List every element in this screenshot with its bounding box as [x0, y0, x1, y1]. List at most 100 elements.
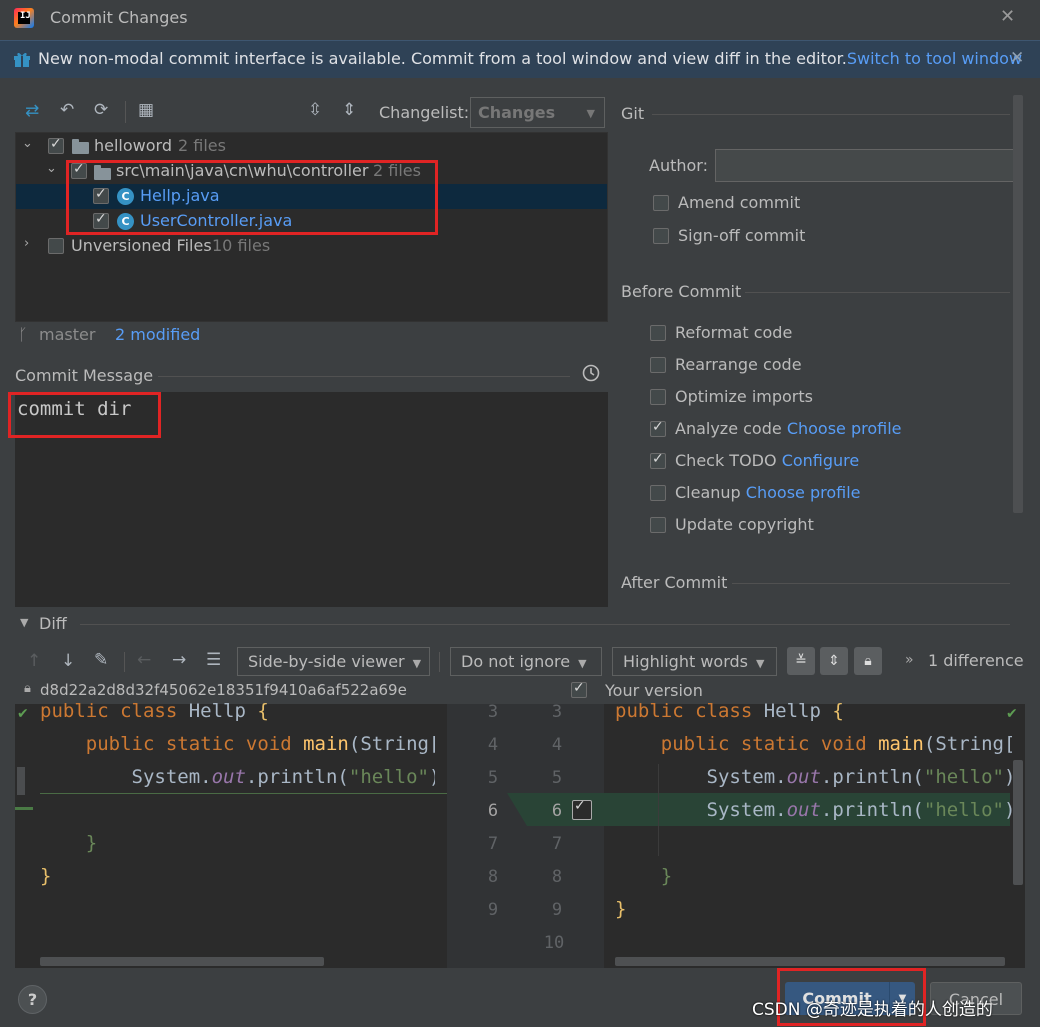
code-line: public static void main(String[] args) {: [660, 733, 1012, 755]
lock-icon[interactable]: 🔒︎: [854, 647, 882, 675]
reformat-checkbox[interactable]: [650, 325, 666, 341]
highlight-select[interactable]: Highlight words ▼: [612, 647, 777, 676]
forward-arrow-icon[interactable]: →: [172, 650, 186, 670]
expand-all-icon[interactable]: ⇳: [308, 100, 322, 120]
analyze-text: Analyze code: [675, 419, 782, 438]
toolbar-divider: [125, 101, 126, 123]
code-line: }: [40, 865, 52, 887]
todo-configure-link[interactable]: Configure: [782, 451, 860, 470]
horizontal-scrollbar[interactable]: [40, 957, 324, 966]
reformat-label: Reformat code: [675, 323, 793, 342]
change-marker: [15, 807, 33, 810]
commit-message-label: Commit Message: [15, 366, 154, 385]
changelist-value: Changes: [478, 103, 556, 122]
amend-checkbox[interactable]: [653, 195, 669, 211]
copyright-checkbox[interactable]: [650, 517, 666, 533]
code-line: public class Hellp {: [615, 700, 844, 722]
unversioned-checkbox[interactable]: [48, 238, 64, 254]
unversioned-count: 10 files: [212, 236, 271, 255]
root-name: helloword: [94, 136, 172, 155]
collapse-unchanged-icon[interactable]: ≚: [787, 647, 815, 675]
chevron-right-icon[interactable]: ›: [24, 236, 29, 251]
highlight-value: Highlight words: [623, 652, 748, 671]
chevron-down-icon: ▼: [578, 657, 587, 670]
cleanup-choose-profile-link[interactable]: Choose profile: [746, 483, 861, 502]
viewer-value: Side-by-side viewer: [248, 652, 405, 671]
scrollbar[interactable]: [1013, 95, 1023, 513]
banner-message: New non-modal commit interface is availa…: [38, 49, 1022, 68]
banner-close-icon[interactable]: ✕: [1010, 48, 1024, 68]
branch-name[interactable]: master: [39, 325, 95, 344]
author-input[interactable]: [715, 149, 1019, 182]
right-revision-label: Your version: [605, 681, 703, 700]
help-button[interactable]: ?: [18, 985, 47, 1014]
line-number: 7: [487, 834, 499, 854]
banner-text: New non-modal commit interface is availa…: [38, 49, 847, 68]
root-count: 2 files: [178, 136, 226, 155]
analyze-choose-profile-link[interactable]: Choose profile: [787, 419, 902, 438]
toolbar-divider: [124, 652, 125, 672]
deleted-marker-line: [40, 793, 447, 794]
gutter-marker: [17, 767, 25, 795]
window-title: Commit Changes: [50, 8, 188, 27]
ignore-select[interactable]: Do not ignore ▼: [450, 647, 602, 676]
include-change-checkbox[interactable]: [571, 680, 587, 698]
check-icon: ✔: [1006, 706, 1018, 722]
amend-label: Amend commit: [678, 193, 801, 212]
clock-history-icon[interactable]: [582, 364, 600, 382]
vertical-scrollbar[interactable]: [1013, 760, 1023, 885]
signoff-checkbox[interactable]: [653, 228, 669, 244]
changelist-select[interactable]: Changes ▼: [470, 97, 605, 128]
optimize-label: Optimize imports: [675, 387, 813, 406]
changelist-label: Changelist:: [379, 103, 470, 122]
branch-icon: ᚴ: [18, 325, 28, 344]
code-line: public static void main(String[] args) {: [85, 733, 435, 755]
rearrange-checkbox[interactable]: [650, 357, 666, 373]
root-checkbox[interactable]: [48, 136, 64, 154]
horizontal-scrollbar[interactable]: [615, 957, 1005, 966]
highlight-box: [66, 160, 438, 235]
line-number: 10: [543, 933, 565, 953]
intellij-app-icon: IJ: [14, 8, 34, 28]
watermark-text: CSDN @奇迹是执着的人创造的: [752, 1000, 993, 1020]
list-menu-icon[interactable]: ☰: [206, 650, 221, 670]
edit-source-icon[interactable]: ✎: [94, 650, 108, 670]
prev-difference-icon[interactable]: ↑: [27, 651, 41, 671]
line-number: 3: [487, 702, 499, 722]
sync-scroll-icon[interactable]: ⇕: [820, 647, 848, 675]
back-arrow-icon[interactable]: ←: [137, 650, 151, 670]
divider: [80, 624, 1010, 625]
chevron-down-icon[interactable]: ⌄: [46, 161, 57, 176]
close-window-icon[interactable]: ✕: [1000, 6, 1015, 27]
switch-to-tool-window-link[interactable]: Switch to tool window: [847, 49, 1022, 68]
viewer-select[interactable]: Side-by-side viewer ▼: [237, 647, 430, 676]
module-folder-icon: [72, 139, 89, 154]
tree-row-root[interactable]: ⌄ helloword 2 files: [16, 134, 607, 159]
code-line: }: [615, 898, 627, 920]
analyze-checkbox[interactable]: [650, 419, 666, 437]
tree-row-unversioned[interactable]: › Unversioned Files 10 files: [16, 234, 607, 259]
rollback-icon[interactable]: ↶: [60, 100, 74, 120]
more-icon[interactable]: »: [905, 652, 914, 668]
optimize-checkbox[interactable]: [650, 389, 666, 405]
left-revision-hash: d8d22a2d8d32f45062e18351f9410a6af522a69e: [40, 681, 407, 699]
group-by-icon[interactable]: ▦: [138, 100, 154, 120]
line-number: 8: [551, 867, 563, 887]
chevron-down-icon[interactable]: ⌄: [22, 136, 33, 151]
code-line: }: [660, 865, 673, 887]
difference-count: 1 difference: [928, 651, 1024, 670]
cleanup-checkbox[interactable]: [650, 485, 666, 501]
cleanup-text: Cleanup: [675, 483, 741, 502]
todo-checkbox[interactable]: [650, 451, 666, 469]
ignore-value: Do not ignore: [461, 652, 571, 671]
show-diff-icon[interactable]: ⇄: [25, 101, 39, 121]
accept-change-checkbox[interactable]: [572, 798, 592, 820]
collapse-diff-icon[interactable]: ▼: [20, 616, 28, 629]
next-difference-icon[interactable]: ↓: [61, 651, 75, 671]
unversioned-label: Unversioned Files: [71, 236, 212, 255]
chevron-down-icon: ▼: [755, 657, 765, 670]
git-section-title: Git: [621, 104, 645, 123]
refresh-icon[interactable]: ⟳: [94, 100, 108, 120]
modified-link[interactable]: 2 modified: [115, 325, 200, 344]
collapse-all-icon[interactable]: ⇕: [342, 100, 356, 120]
